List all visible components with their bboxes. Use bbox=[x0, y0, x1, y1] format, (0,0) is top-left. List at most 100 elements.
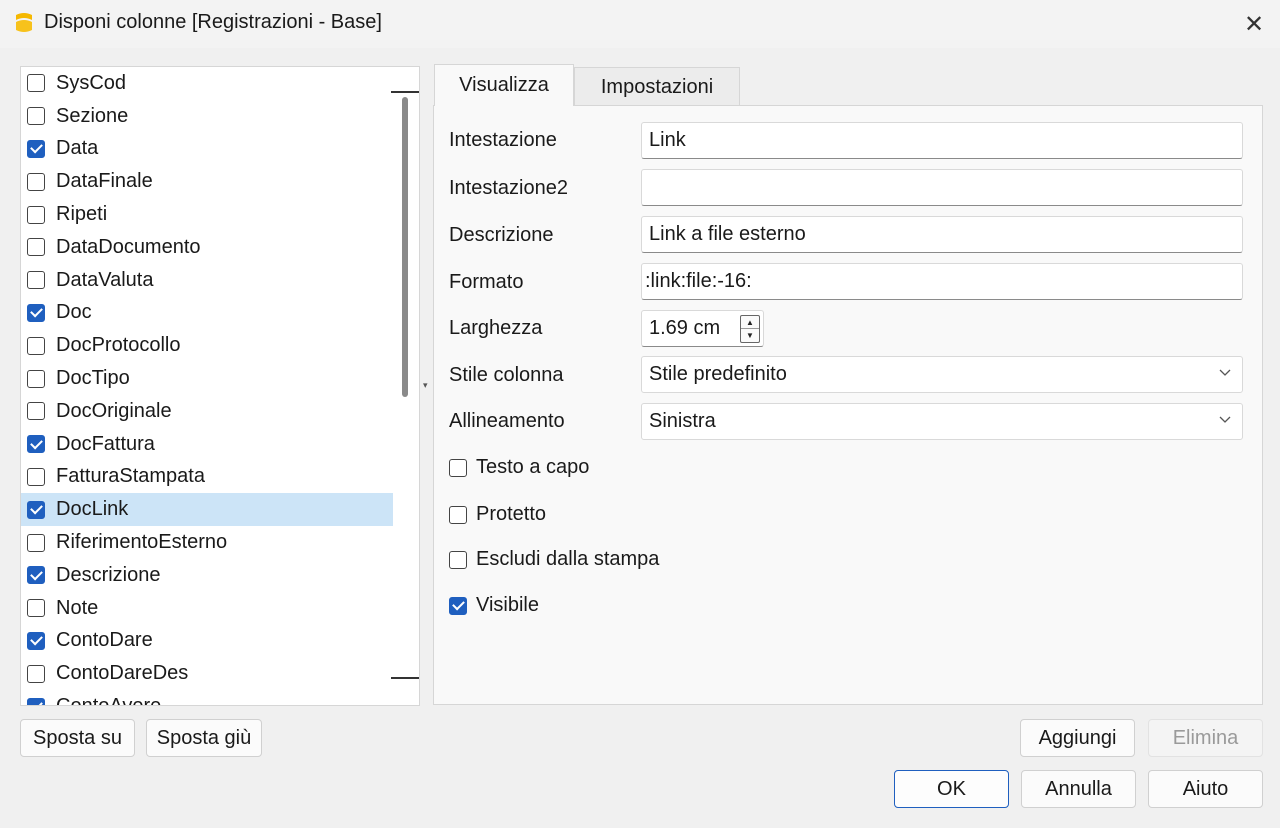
columns-list[interactable]: SysCod Sezione Data DataFinale Ripeti DataDoc… bbox=[20, 66, 420, 706]
list-item-label: DataDocumento bbox=[56, 235, 201, 258]
tab-visualizza[interactable]: Visualizza bbox=[434, 64, 574, 106]
list-item-checkbox[interactable] bbox=[27, 107, 45, 126]
list-item-checkbox[interactable] bbox=[27, 139, 45, 158]
list-item[interactable]: DocLink bbox=[21, 493, 393, 527]
list-item-label: Sezione bbox=[56, 104, 129, 127]
list-item[interactable]: DataDocumento bbox=[21, 231, 393, 264]
option-label: Protetto bbox=[476, 503, 547, 525]
option-checkbox[interactable] bbox=[449, 550, 467, 569]
spin-up-arrow-icon[interactable]: ▲ bbox=[741, 316, 759, 329]
option-testo-a-capo[interactable]: Testo a capo bbox=[449, 456, 589, 479]
option-visibile[interactable]: Visibile bbox=[449, 594, 539, 617]
list-item-checkbox[interactable] bbox=[27, 533, 45, 552]
elimina-button[interactable]: Elimina bbox=[1148, 719, 1263, 757]
sposta-su-button[interactable]: Sposta su bbox=[20, 719, 135, 757]
ok-button[interactable]: OK bbox=[894, 770, 1009, 808]
list-item-label: ContoDare bbox=[56, 629, 153, 652]
list-item[interactable]: Doc bbox=[21, 297, 393, 330]
splitter-handle-icon[interactable]: ▾ bbox=[423, 380, 428, 391]
option-escludi-dalla-stampa[interactable]: Escludi dalla stampa bbox=[449, 548, 659, 571]
list-item[interactable]: Ripeti bbox=[21, 198, 393, 231]
list-item[interactable]: Sezione bbox=[21, 100, 393, 133]
intestazione2-input[interactable] bbox=[641, 169, 1243, 206]
allineamento-value: Sinistra bbox=[649, 410, 716, 432]
option-checkbox[interactable] bbox=[449, 505, 467, 524]
list-item[interactable]: FatturaStampata bbox=[21, 461, 393, 494]
option-protetto[interactable]: Protetto bbox=[449, 503, 546, 526]
list-item-checkbox[interactable] bbox=[27, 599, 45, 618]
list-item-label: DocTipo bbox=[56, 367, 130, 390]
list-item-label: Data bbox=[56, 137, 99, 160]
spin-down-arrow-icon[interactable]: ▼ bbox=[741, 329, 759, 342]
list-item-checkbox[interactable] bbox=[27, 500, 45, 519]
list-item[interactable]: DataValuta bbox=[21, 264, 393, 297]
scrollbar-thumb[interactable] bbox=[402, 97, 408, 397]
descrizione-input[interactable]: Link a file esterno bbox=[641, 216, 1243, 253]
list-item-label: Doc bbox=[56, 301, 92, 324]
list-item-label: DataValuta bbox=[56, 268, 154, 291]
descrizione-label: Descrizione bbox=[449, 224, 554, 246]
option-label: Escludi dalla stampa bbox=[476, 548, 660, 570]
intestazione2-label: Intestazione2 bbox=[449, 177, 568, 199]
intestazione-input[interactable]: Link bbox=[641, 122, 1243, 159]
list-item[interactable]: DocProtocollo bbox=[21, 329, 393, 362]
list-item-label: ContoDareDes bbox=[56, 662, 189, 685]
list-item[interactable]: Data bbox=[21, 133, 393, 166]
stile-colonna-select[interactable]: Stile predefinito bbox=[641, 356, 1243, 393]
stile-colonna-value: Stile predefinito bbox=[649, 363, 787, 385]
list-item-label: FatturaStampata bbox=[56, 465, 205, 488]
list-item-checkbox[interactable] bbox=[27, 697, 45, 705]
tab-impostazioni[interactable]: Impostazioni bbox=[574, 67, 740, 106]
list-item-checkbox[interactable] bbox=[27, 369, 45, 388]
list-item[interactable]: Note bbox=[21, 592, 393, 625]
list-item-checkbox[interactable] bbox=[27, 566, 45, 585]
sposta-giu-button[interactable]: Sposta giù bbox=[146, 719, 262, 757]
intestazione-label: Intestazione bbox=[449, 129, 557, 151]
list-item-label: Descrizione bbox=[56, 563, 161, 586]
scrollbar-top-line bbox=[391, 91, 419, 93]
list-item-label: DocLink bbox=[56, 498, 129, 521]
option-label: Testo a capo bbox=[476, 456, 590, 478]
list-item[interactable]: DocTipo bbox=[21, 362, 393, 395]
list-item-checkbox[interactable] bbox=[27, 336, 45, 355]
list-item[interactable]: DocOriginale bbox=[21, 395, 393, 428]
list-item-checkbox[interactable] bbox=[27, 467, 45, 486]
list-item-label: Note bbox=[56, 596, 99, 619]
list-item-label: ContoAvere bbox=[56, 695, 161, 705]
aiuto-button[interactable]: Aiuto bbox=[1148, 770, 1263, 808]
list-item-checkbox[interactable] bbox=[27, 238, 45, 257]
list-item[interactable]: ContoDare bbox=[21, 625, 393, 658]
list-item[interactable]: RiferimentoEsterno bbox=[21, 526, 393, 559]
list-item-checkbox[interactable] bbox=[27, 631, 45, 650]
list-item-checkbox[interactable] bbox=[27, 172, 45, 191]
list-item-checkbox[interactable] bbox=[27, 303, 45, 322]
list-item[interactable]: ContoAvere bbox=[21, 690, 393, 705]
formato-input[interactable]: :link:file:-16: bbox=[641, 263, 1243, 300]
list-item-checkbox[interactable] bbox=[27, 271, 45, 290]
list-item[interactable]: SysCod bbox=[21, 67, 393, 100]
list-item-checkbox[interactable] bbox=[27, 664, 45, 683]
formato-label: Formato bbox=[449, 271, 524, 293]
list-item-label: DataFinale bbox=[56, 170, 153, 193]
allineamento-label: Allineamento bbox=[449, 410, 565, 432]
list-item[interactable]: Descrizione bbox=[21, 559, 393, 592]
larghezza-value: 1.69 cm bbox=[649, 317, 721, 339]
list-scrollbar[interactable] bbox=[391, 67, 419, 705]
annulla-button[interactable]: Annulla bbox=[1021, 770, 1136, 808]
list-item-checkbox[interactable] bbox=[27, 402, 45, 421]
list-item[interactable]: ContoDareDes bbox=[21, 657, 393, 690]
aggiungi-button[interactable]: Aggiungi bbox=[1020, 719, 1135, 757]
close-icon[interactable]: ✕ bbox=[1228, 0, 1280, 48]
option-checkbox[interactable] bbox=[449, 458, 467, 477]
banana-app-icon bbox=[16, 13, 32, 32]
spin-buttons: ▲ ▼ bbox=[740, 315, 760, 343]
title-bar: Disponi colonne [Registrazioni - Base] ✕ bbox=[0, 0, 1280, 48]
list-item[interactable]: DataFinale bbox=[21, 165, 393, 198]
list-item-checkbox[interactable] bbox=[27, 205, 45, 224]
allineamento-select[interactable]: Sinistra bbox=[641, 403, 1243, 440]
option-checkbox[interactable] bbox=[449, 596, 467, 615]
list-item[interactable]: DocFattura bbox=[21, 428, 393, 461]
list-item-checkbox[interactable] bbox=[27, 74, 45, 93]
list-item-checkbox[interactable] bbox=[27, 435, 45, 454]
larghezza-spinbox[interactable]: 1.69 cm ▲ ▼ bbox=[641, 310, 764, 347]
